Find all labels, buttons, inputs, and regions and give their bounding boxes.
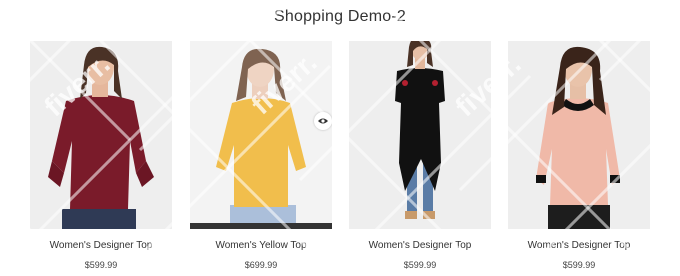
quick-view-button[interactable]: [314, 112, 332, 130]
page-title: Shopping Demo-2: [274, 8, 406, 25]
product-price: $699.99: [244, 260, 278, 270]
product-name[interactable]: Women's Yellow Top: [180, 240, 342, 251]
product-card[interactable]: Women's Designer Top $599.99: [30, 41, 172, 270]
product-image[interactable]: [30, 41, 172, 229]
product-grid-page: Shopping Demo-2 Women's Designer Top $59…: [0, 0, 680, 276]
product-image[interactable]: [349, 41, 491, 229]
product-card[interactable]: Women's Yellow Top $699.99: [190, 41, 332, 270]
product-card[interactable]: Women's Designer Top $599.99: [508, 41, 650, 270]
eye-icon: [318, 118, 328, 124]
product-price: $599.99: [562, 260, 596, 270]
product-image[interactable]: [190, 41, 332, 229]
product-card[interactable]: Women's Designer Top $599.99: [349, 41, 491, 270]
product-name[interactable]: Women's Designer Top: [20, 240, 182, 251]
product-price: $599.99: [84, 260, 118, 270]
product-image[interactable]: [508, 41, 650, 229]
product-name[interactable]: Women's Designer Top: [498, 240, 660, 251]
product-price: $599.99: [403, 260, 437, 270]
product-name[interactable]: Women's Designer Top: [339, 240, 501, 251]
